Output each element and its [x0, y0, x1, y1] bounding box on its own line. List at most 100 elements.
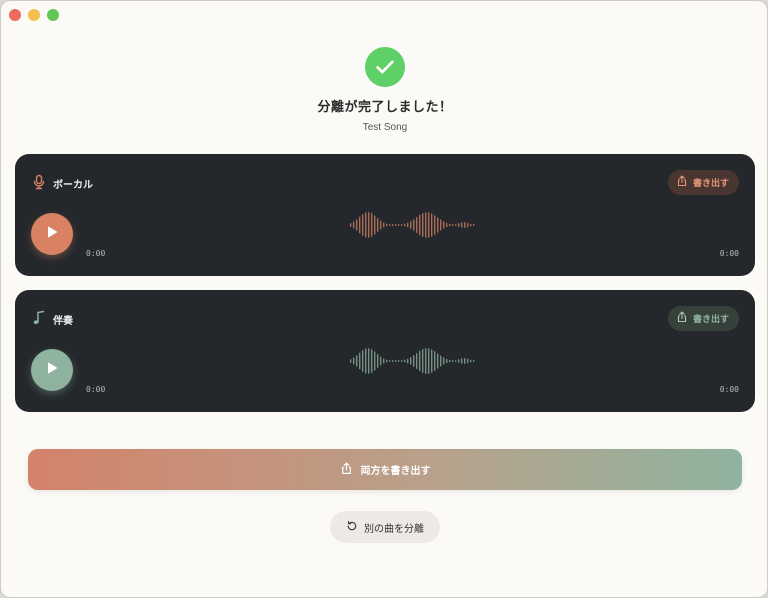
waveform-bar [410, 221, 412, 229]
success-check-icon [365, 47, 405, 87]
minimize-window-button[interactable] [28, 9, 40, 21]
waveform-bar [395, 224, 397, 226]
waveform-bar [365, 212, 367, 238]
waveform-bar [425, 348, 427, 374]
waveform-bar [440, 219, 442, 231]
waveform-bar [467, 222, 469, 228]
waveform-bar [392, 360, 394, 362]
vocal-play-button[interactable] [31, 213, 73, 255]
waveform-bar [410, 357, 412, 365]
instrumental-duration: 0:00 [719, 385, 739, 394]
separate-another-label: 別の曲を分離 [364, 523, 424, 535]
play-icon [44, 360, 60, 380]
waveform-bar [401, 360, 403, 362]
waveform-bar [371, 213, 373, 237]
waveform-bar [434, 215, 436, 235]
waveform-bar [458, 223, 460, 227]
waveform-bar [407, 358, 409, 364]
waveform-bar [461, 222, 463, 228]
share-icon [676, 175, 688, 190]
waveform-bar [470, 223, 472, 227]
waveform-bar [425, 212, 427, 238]
waveform-bar [416, 352, 418, 370]
music-note-icon [31, 310, 47, 326]
waveform-bar [458, 359, 460, 363]
waveform-bar [446, 358, 448, 364]
vocal-track-label: ボーカル [53, 180, 93, 191]
vocal-export-label: 書き出す [692, 179, 729, 189]
waveform-bar [380, 356, 382, 366]
vocal-waveform [350, 212, 475, 238]
waveform-bar [437, 353, 439, 369]
waveform-bar [398, 360, 400, 362]
waveform-bar [404, 223, 406, 227]
waveform-bar [356, 355, 358, 367]
waveform-bar [419, 350, 421, 372]
waveform-bar [362, 350, 364, 372]
waveform-bar [368, 212, 370, 238]
waveform-bar [383, 222, 385, 228]
waveform-bar [353, 357, 355, 365]
waveform-bar [359, 216, 361, 234]
waveform-bar [446, 222, 448, 228]
waveform-bar [434, 351, 436, 371]
waveform-bar [362, 214, 364, 236]
waveform-bar [365, 348, 367, 374]
waveform-bar [389, 224, 391, 226]
waveform-bar [374, 351, 376, 371]
waveform-bar [353, 221, 355, 229]
waveform-bar [392, 224, 394, 226]
title-bar [1, 1, 767, 29]
instrumental-track-card: 伴奏 書き出す 0:00 0:00 [15, 290, 755, 412]
export-both-button[interactable]: 両方を書き出す [28, 449, 742, 490]
instrumental-play-button[interactable] [31, 349, 73, 391]
instrumental-current-time: 0:00 [86, 385, 106, 394]
waveform-bar [377, 218, 379, 232]
waveform-bar [416, 216, 418, 234]
separate-another-button[interactable]: 別の曲を分離 [330, 511, 440, 543]
share-icon [676, 311, 688, 326]
waveform-bar [419, 214, 421, 236]
waveform-bar [407, 222, 409, 228]
zoom-window-button[interactable] [47, 9, 59, 21]
waveform-bar [473, 224, 475, 226]
waveform-bar [404, 359, 406, 363]
waveform-bar [395, 360, 397, 362]
waveform-bar [437, 217, 439, 233]
vocal-current-time: 0:00 [86, 249, 106, 258]
waveform-bar [422, 349, 424, 373]
reset-icon [346, 520, 358, 535]
completion-title: 分離が完了しました！ [317, 100, 453, 115]
vocal-duration: 0:00 [719, 249, 739, 258]
waveform-bar [455, 224, 457, 226]
waveform-bar [461, 358, 463, 364]
close-window-button[interactable] [9, 9, 21, 21]
waveform-bar [386, 223, 388, 227]
waveform-bar [380, 220, 382, 230]
waveform-bar [350, 359, 352, 363]
waveform-bar [431, 349, 433, 373]
waveform-bar [449, 359, 451, 363]
waveform-bar [464, 358, 466, 364]
waveform-bar [443, 221, 445, 229]
waveform-bar [464, 222, 466, 228]
waveform-bar [356, 219, 358, 231]
vocal-track-card: ボーカル 書き出す 0:00 0:00 [15, 154, 755, 276]
share-icon [340, 461, 353, 478]
instrumental-export-label: 書き出す [692, 315, 729, 325]
waveform-bar [374, 215, 376, 235]
waveform-bar [350, 223, 352, 227]
waveform-bar [398, 224, 400, 226]
waveform-bar [473, 360, 475, 362]
waveform-bar [428, 348, 430, 374]
export-both-label: 両方を書き出す [360, 466, 431, 477]
waveform-bar [443, 357, 445, 365]
waveform-bar [413, 219, 415, 231]
waveform-bar [413, 355, 415, 367]
waveform-bar [389, 360, 391, 362]
app-window: 分離が完了しました！ Test Song ボーカル 書き出す 0:00 0:00 [0, 0, 768, 598]
song-title: Test Song [362, 122, 408, 133]
waveform-bar [449, 223, 451, 227]
instrumental-export-button[interactable]: 書き出す [667, 306, 739, 331]
vocal-export-button[interactable]: 書き出す [667, 170, 739, 195]
